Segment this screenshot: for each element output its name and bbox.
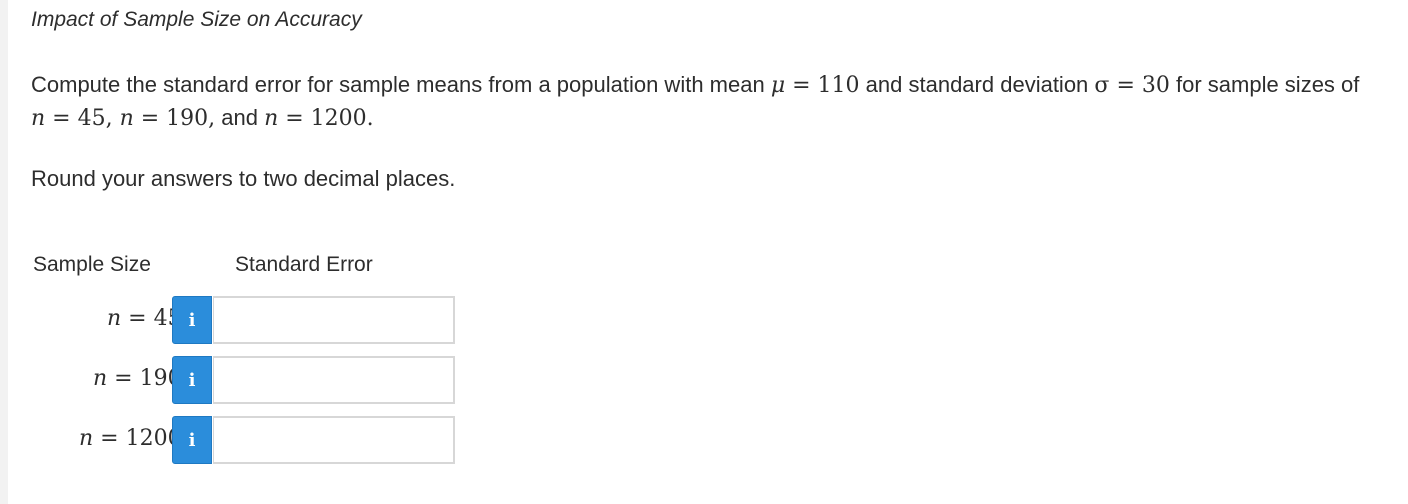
n-symbol: n (119, 106, 134, 131)
sigma-expression: σ = 30 (1094, 73, 1169, 98)
answer-row-n190: n = 190: i (31, 356, 491, 404)
n-symbol: n (79, 426, 94, 451)
n-value-1: = 45, (45, 106, 120, 131)
n-symbol: n (107, 306, 122, 331)
answer-row-n45: n = 45: i (31, 296, 491, 344)
column-header-sample-size: Sample Size (33, 253, 151, 276)
n-symbol: n (264, 106, 279, 131)
standard-error-input-n1200[interactable] (213, 416, 455, 464)
n-value-3: = 1200. (278, 106, 374, 131)
instruction-text: Round your answers to two decimal places… (31, 166, 456, 191)
sigma-symbol: σ (1094, 73, 1110, 98)
info-icon: i (188, 309, 196, 331)
left-border (0, 0, 8, 504)
column-header-standard-error: Standard Error (235, 253, 373, 276)
n-symbol: n (31, 106, 46, 131)
problem-statement: Compute the standard error for sample me… (31, 69, 1371, 135)
info-button[interactable]: i (172, 356, 212, 404)
info-button[interactable]: i (172, 416, 212, 464)
standard-error-input-n45[interactable] (213, 296, 455, 344)
n-symbol: n (93, 366, 108, 391)
problem-text-1: Compute the standard error for sample me… (31, 72, 765, 97)
info-button[interactable]: i (172, 296, 212, 344)
problem-text-2: and standard deviation (859, 72, 1089, 97)
question-title: Impact of Sample Size on Accuracy (31, 8, 362, 31)
n-value-2: = 190, (133, 106, 216, 131)
sigma-value: = 30 (1109, 73, 1170, 98)
mu-expression: μ = 110 (771, 73, 860, 98)
n-expression-3: n = 1200. (264, 106, 374, 131)
problem-text-4: and (215, 105, 265, 130)
problem-text-3: for sample sizes of (1169, 72, 1360, 97)
answer-row-n1200: n = 1200: i (31, 416, 491, 464)
n-expression-1: n = 45, n = 190, (31, 106, 215, 131)
info-icon: i (188, 369, 196, 391)
mu-symbol: μ (770, 73, 786, 98)
mu-value: = 110 (785, 73, 860, 98)
info-icon: i (188, 429, 196, 451)
standard-error-input-n190[interactable] (213, 356, 455, 404)
